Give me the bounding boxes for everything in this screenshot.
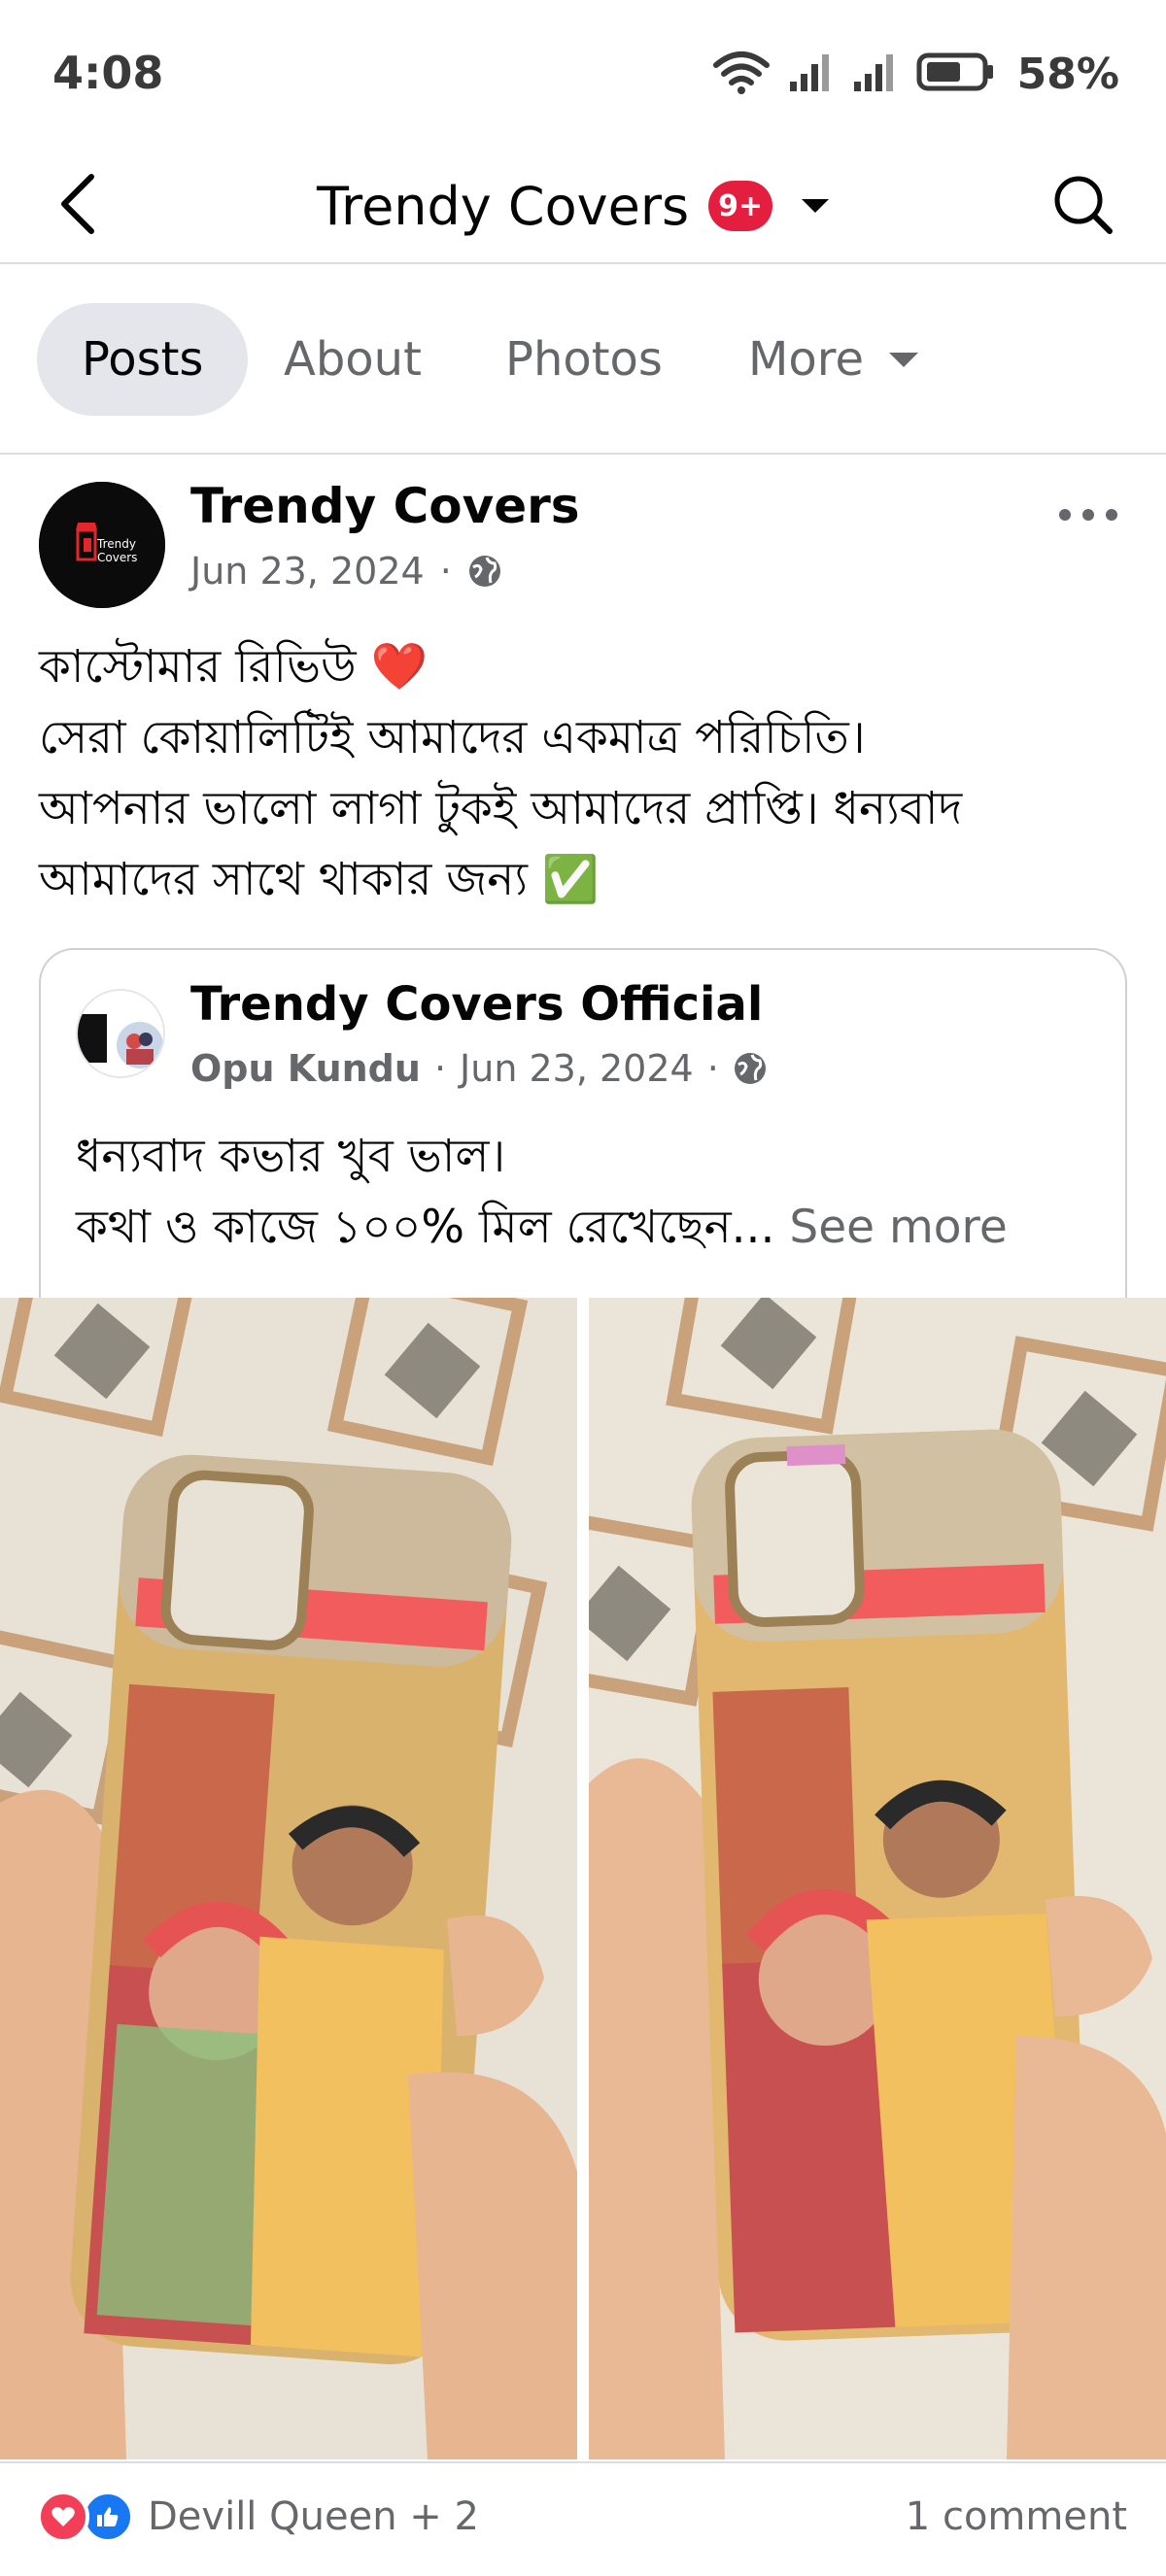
signal-1-icon xyxy=(788,51,835,97)
post-text-line: আমাদের সাথে থাকার জন্য ✅ xyxy=(39,853,600,906)
chevron-down-icon xyxy=(802,199,830,213)
comments-count[interactable]: 1 comment xyxy=(906,2494,1127,2539)
svg-text:Covers: Covers xyxy=(97,551,137,564)
globe-icon xyxy=(468,556,500,587)
phone-case-photo xyxy=(589,1298,1166,2459)
shared-avatar-image xyxy=(78,991,163,1076)
like-reaction-icon xyxy=(82,2491,134,2543)
tab-photos[interactable]: Photos xyxy=(505,303,663,416)
shared-author[interactable]: Opu Kundu xyxy=(190,1047,421,1090)
meta-separator: · xyxy=(433,1047,447,1090)
tab-more[interactable]: More xyxy=(748,303,918,416)
photo-2[interactable] xyxy=(589,1298,1166,2459)
post-text-line: আপনার ভালো লাগা টুকই আমাদের প্রাপ্তি। ধন… xyxy=(39,782,963,835)
back-arrow-icon xyxy=(61,174,94,234)
shared-date[interactable]: Jun 23, 2024 xyxy=(460,1047,694,1090)
post-text: কাস্টোমার রিভিউ ❤️ সেরা কোয়ালিটিই আমাদে… xyxy=(39,631,1127,915)
shared-text-line-2: কথা ও কাজে ১০০% মিল রেখেছেন... xyxy=(76,1201,775,1254)
page-avatar[interactable]: Trendy Covers xyxy=(39,482,165,608)
page-title: Trendy Covers xyxy=(317,175,690,237)
tab-about[interactable]: About xyxy=(284,303,422,416)
phone-case-photo xyxy=(0,1298,577,2459)
globe-icon xyxy=(734,1053,766,1084)
svg-text:Trendy: Trendy xyxy=(96,537,136,551)
notification-badge: 9+ xyxy=(708,181,773,231)
battery-icon xyxy=(916,51,996,97)
page-tabs: Posts About Photos More xyxy=(0,264,1166,455)
meta-separator: · xyxy=(439,550,452,593)
shared-page-title[interactable]: Trendy Covers Official xyxy=(190,977,763,1032)
status-time: 4:08 xyxy=(52,47,164,99)
post-date[interactable]: Jun 23, 2024 xyxy=(190,550,425,593)
shared-text-line: কথা ও কাজে ১০০% মিল রেখেছেন... See more xyxy=(76,1192,1008,1263)
shared-text-line: ধন্যবাদ কভার খুব ভাল। xyxy=(76,1130,506,1183)
reactions-names: Devill Queen + 2 xyxy=(148,2494,479,2539)
back-button[interactable] xyxy=(49,165,107,243)
heart-reaction-icon xyxy=(37,2491,89,2543)
page-title-dropdown[interactable]: Trendy Covers 9+ xyxy=(317,167,830,245)
post-meta: Jun 23, 2024 · xyxy=(190,550,502,593)
more-horizontal-icon xyxy=(1059,509,1117,521)
status-bar: 4:08 58% xyxy=(0,0,1166,146)
post-options-button[interactable] xyxy=(1049,495,1127,534)
post-photos xyxy=(0,1298,1166,2459)
search-button[interactable] xyxy=(1044,165,1121,243)
post-text-line: কাস্টোমার রিভিউ ❤️ xyxy=(39,640,429,694)
post-footer: Devill Queen + 2 1 comment xyxy=(0,2461,1166,2576)
battery-percent: 58% xyxy=(1016,49,1119,99)
wifi-icon xyxy=(712,48,771,100)
meta-separator: · xyxy=(706,1047,719,1090)
see-more-link[interactable]: See more xyxy=(789,1201,1007,1254)
shared-post-card[interactable]: Trendy Covers Official Opu Kundu · Jun 2… xyxy=(39,948,1127,1298)
chevron-down-icon xyxy=(889,352,918,367)
tab-posts[interactable]: Posts xyxy=(37,303,249,416)
shared-page-avatar[interactable] xyxy=(76,989,165,1078)
search-icon xyxy=(1054,176,1113,234)
shared-text: ধন্যবাদ কভার খুব ভাল। কথা ও কাজে ১০০% মি… xyxy=(76,1121,1008,1263)
shared-meta: Opu Kundu · Jun 23, 2024 · xyxy=(190,1047,768,1090)
reactions-summary[interactable]: Devill Queen + 2 xyxy=(37,2491,479,2543)
post-author[interactable]: Trendy Covers xyxy=(190,478,580,534)
status-icons: 58% xyxy=(712,47,1119,101)
tab-more-label: More xyxy=(748,332,864,387)
signal-2-icon xyxy=(852,51,899,97)
post-text-line: সেরা কোয়ালিটিই আমাদের একমাত্র পরিচিতি। xyxy=(39,711,866,764)
trendy-covers-logo: Trendy Covers xyxy=(39,482,165,608)
photo-1[interactable] xyxy=(0,1298,577,2459)
page-header: Trendy Covers 9+ xyxy=(0,146,1166,264)
